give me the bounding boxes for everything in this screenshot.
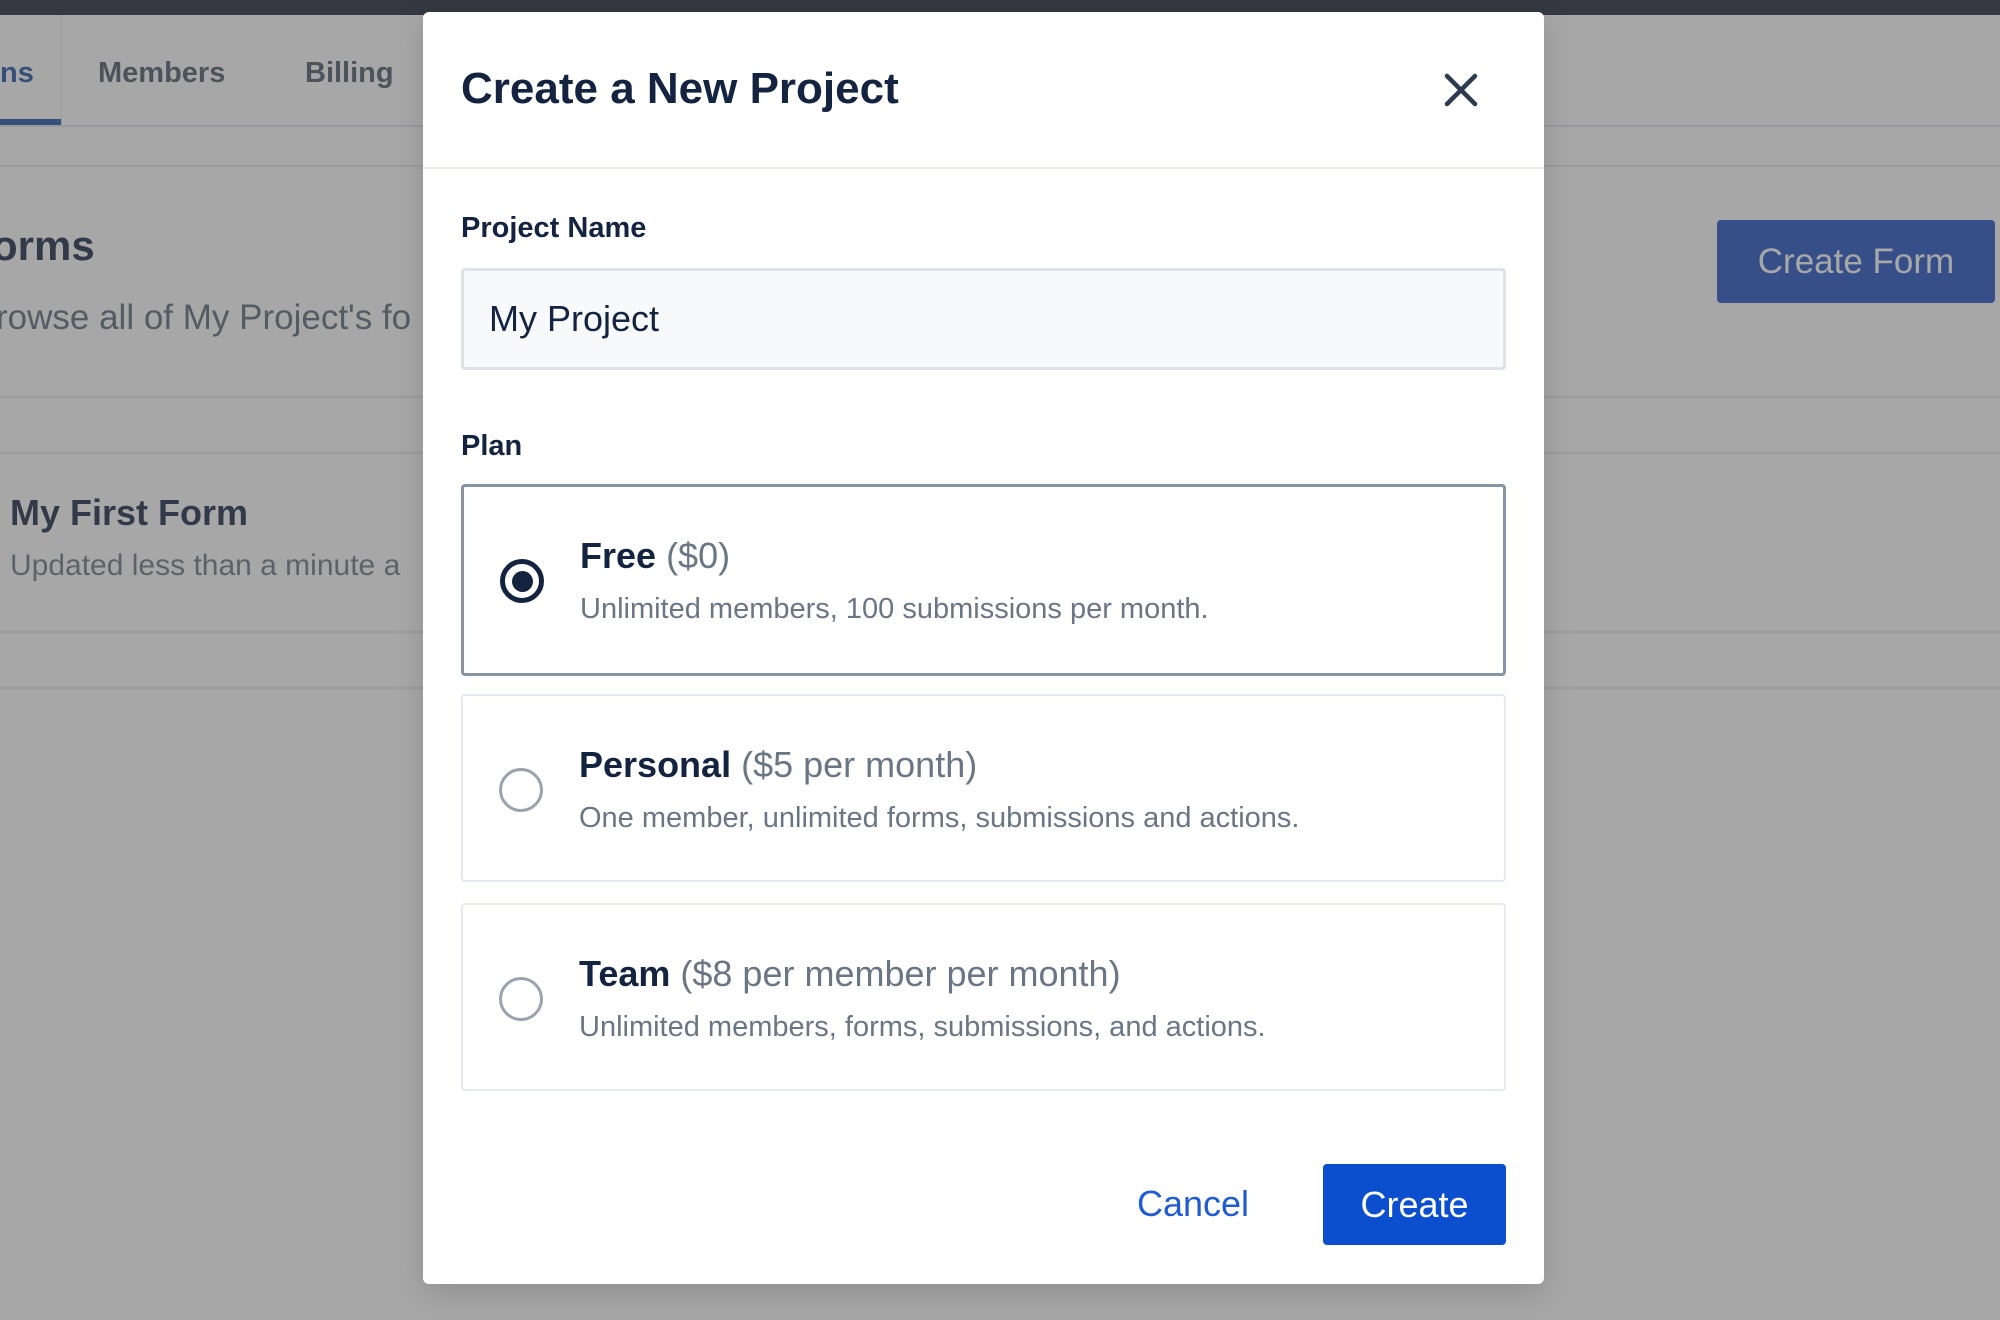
plan-name: Team [579, 953, 671, 994]
close-button[interactable] [1433, 62, 1489, 118]
plan-option-personal[interactable]: Personal ($5 per month) One member, unli… [461, 694, 1506, 882]
plan-price: ($8 per member per month) [680, 953, 1121, 994]
plan-description: Unlimited members, 100 submissions per m… [580, 593, 1209, 625]
plan-description: One member, unlimited forms, submissions… [579, 802, 1300, 834]
project-name-input[interactable] [461, 268, 1506, 370]
plan-heading: Team ($8 per member per month) [579, 953, 1121, 995]
plan-description: Unlimited members, forms, submissions, a… [579, 1011, 1266, 1043]
create-project-dialog: Create a New Project Project Name Plan F… [423, 12, 1544, 1284]
plan-price: ($5 per month) [741, 744, 978, 785]
radio-button[interactable] [499, 977, 543, 1021]
plan-name: Free [580, 535, 657, 576]
radio-button-checked[interactable] [500, 559, 544, 603]
create-button[interactable]: Create [1323, 1164, 1506, 1245]
plan-heading: Personal ($5 per month) [579, 744, 977, 786]
plan-option-free[interactable]: Free ($0) Unlimited members, 100 submiss… [461, 484, 1506, 676]
plan-name: Personal [579, 744, 732, 785]
radio-dot [512, 571, 533, 592]
plan-label: Plan [461, 430, 523, 462]
dialog-title: Create a New Project [461, 64, 899, 113]
project-name-label: Project Name [461, 212, 647, 244]
plan-heading: Free ($0) [580, 535, 730, 577]
cancel-button[interactable]: Cancel [1113, 1164, 1273, 1244]
plan-price: ($0) [666, 535, 731, 576]
plan-option-team[interactable]: Team ($8 per member per month) Unlimited… [461, 903, 1506, 1091]
dialog-header: Create a New Project [423, 12, 1544, 169]
radio-button[interactable] [499, 768, 543, 812]
close-icon [1433, 73, 1489, 121]
